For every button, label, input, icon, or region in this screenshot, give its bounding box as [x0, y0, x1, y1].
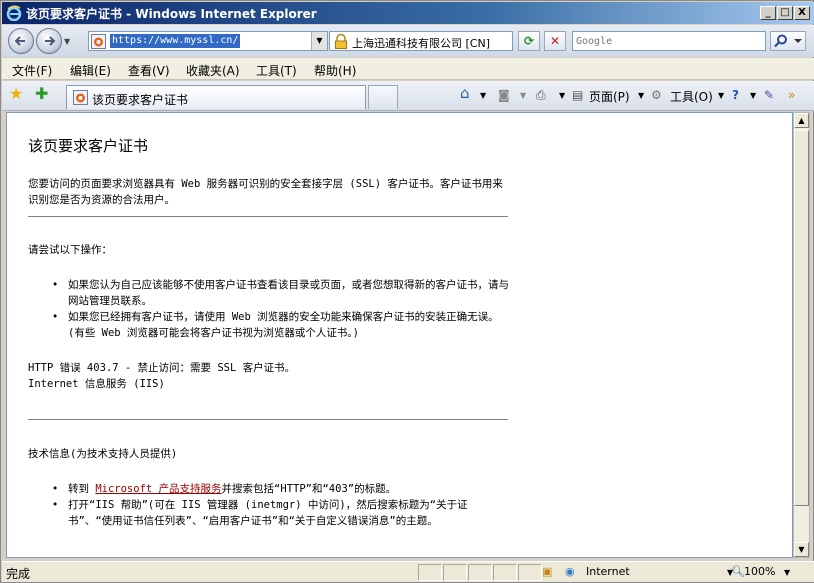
refresh-icon: ⟳ — [523, 34, 535, 48]
research-icon[interactable]: ✎ — [764, 88, 774, 102]
title-bar: 该页要求客户证书 - Windows Internet Explorer _ □… — [2, 2, 814, 24]
tab-label: 该页要求客户证书 — [92, 93, 189, 107]
maximize-button[interactable]: □ — [777, 6, 793, 20]
menu-file[interactable]: 文件(F) — [12, 62, 52, 79]
print-dropdown-icon[interactable]: ▼ — [559, 91, 565, 100]
tech-heading: 技术信息(为技术支持人员提供) — [28, 448, 178, 460]
ie-logo-icon — [6, 5, 22, 21]
menu-edit[interactable]: 编辑(E) — [70, 62, 111, 79]
refresh-button[interactable]: ⟳ — [518, 31, 540, 51]
support-link[interactable]: Microsoft 产品支持服务 — [95, 483, 221, 495]
status-pane — [493, 564, 517, 581]
gear-icon: ⚙ — [651, 88, 662, 102]
status-text: 完成 — [6, 567, 31, 581]
recent-pages-dropdown-icon[interactable]: ▼ — [64, 37, 70, 46]
security-zone[interactable]: Internet — [586, 565, 630, 578]
address-dropdown-button[interactable]: ▼ — [311, 32, 327, 50]
favorites-star-icon[interactable]: ★ — [9, 84, 23, 103]
page-dropdown-icon[interactable]: ▼ — [638, 91, 644, 100]
list-item: 如果您已经拥有客户证书，请使用 Web 浏览器的安全功能来确保客户证书的安装正确… — [52, 309, 510, 341]
status-pane — [443, 564, 467, 581]
search-box[interactable] — [572, 31, 766, 51]
extras-icon[interactable]: » — [788, 88, 795, 102]
menu-bar: 文件(F) 编辑(E) 查看(V) 收藏夹(A) 工具(T) 帮助(H) — [2, 58, 814, 80]
tab-bar: ★ ✚ 该页要求客户证书 ⌂ ▼ ◙ ▼ ⎙ ▼ ▤ 页面(P) ▼ ⚙ 工具(… — [2, 81, 814, 111]
home-dropdown-icon[interactable]: ▼ — [480, 91, 486, 100]
page-content: 该页要求客户证书 您要访问的页面要求浏览器具有 Web 服务器可识别的安全套接字… — [6, 112, 793, 558]
certificate-owner: 上海迅通科技有限公司 [CN] — [352, 37, 490, 50]
address-bar[interactable]: https://www.myssl.cn/ ▼ — [88, 31, 328, 51]
list-item: 转到 Microsoft 产品支持服务并搜索包括“HTTP”和“403”的标题。 — [52, 481, 510, 497]
status-bar: 完成 ▣ ◉ Internet ▼ 🔍︎ 100% ▼ — [2, 561, 814, 582]
back-button[interactable] — [8, 28, 34, 54]
status-pane — [518, 564, 542, 581]
help-dropdown-icon[interactable]: ▼ — [750, 91, 756, 100]
help-icon[interactable]: ? — [732, 88, 739, 102]
feeds-dropdown-icon[interactable]: ▼ — [520, 91, 526, 100]
status-pane — [418, 564, 442, 581]
vertical-scrollbar[interactable]: ▲ ▼ — [793, 112, 810, 558]
menu-help[interactable]: 帮助(H) — [314, 62, 356, 79]
home-icon[interactable]: ⌂ — [460, 84, 470, 102]
add-favorite-icon[interactable]: ✚ — [35, 84, 48, 103]
search-input[interactable] — [573, 32, 765, 50]
zoom-level[interactable]: 100% — [744, 565, 775, 578]
minimize-button[interactable]: _ — [760, 6, 776, 20]
list-item: 打开“IIS 帮助”(可在 IIS 管理器 (inetmgr) 中访问)，然后搜… — [52, 497, 510, 529]
error-code: HTTP 错误 403.7 - 禁止访问：需要 SSL 客户证书。 — [28, 362, 296, 374]
tools-dropdown-icon[interactable]: ▼ — [718, 91, 724, 100]
menu-view[interactable]: 查看(V) — [128, 62, 170, 79]
tech-list: 转到 Microsoft 产品支持服务并搜索包括“HTTP”和“403”的标题。… — [52, 481, 510, 529]
back-arrow-icon — [14, 36, 25, 46]
scroll-up-button[interactable]: ▲ — [794, 113, 809, 128]
search-button[interactable] — [770, 31, 806, 51]
list-item: 如果您认为自己应该能够不使用客户证书查看该目录或页面，或者您想取得新的客户证书，… — [52, 277, 510, 309]
popup-blocker-icon[interactable]: ▣ — [542, 565, 552, 578]
try-heading: 请尝试以下操作： — [28, 244, 112, 256]
window-title: 该页要求客户证书 - Windows Internet Explorer — [26, 7, 317, 21]
lock-icon — [335, 34, 347, 49]
search-icon — [774, 34, 802, 48]
site-favicon-icon — [91, 34, 106, 49]
stop-icon: ✕ — [549, 34, 561, 48]
menu-tools[interactable]: 工具(T) — [256, 62, 297, 79]
status-pane — [468, 564, 492, 581]
print-icon[interactable]: ⎙ — [536, 88, 546, 103]
intro-text: 您要访问的页面要求浏览器具有 Web 服务器可识别的安全套接字层 (SSL) 客… — [28, 178, 503, 206]
new-tab-button[interactable] — [368, 85, 398, 109]
page-menu-button[interactable]: 页面(P) — [589, 88, 630, 105]
try-list: 如果您认为自己应该能够不使用客户证书查看该目录或页面，或者您想取得新的客户证书，… — [52, 277, 510, 341]
zoom-dropdown-icon[interactable]: ▼ — [784, 568, 790, 577]
tab-favicon-icon — [73, 90, 88, 105]
stop-button[interactable]: ✕ — [544, 31, 566, 51]
security-report-button[interactable]: 上海迅通科技有限公司 [CN] — [329, 31, 513, 51]
address-url[interactable]: https://www.myssl.cn/ — [110, 34, 241, 48]
page-heading: 该页要求客户证书 — [28, 137, 149, 155]
feeds-icon[interactable]: ◙ — [498, 88, 510, 102]
menu-favorites[interactable]: 收藏夹(A) — [186, 62, 240, 79]
address-toolbar: ▼ https://www.myssl.cn/ ▼ 上海迅通科技有限公司 [CN… — [2, 25, 814, 57]
scroll-thumb[interactable] — [794, 130, 809, 506]
page-icon: ▤ — [572, 88, 584, 102]
divider — [28, 419, 508, 420]
forward-arrow-icon — [45, 36, 56, 46]
forward-button[interactable] — [36, 28, 62, 54]
tools-menu-button[interactable]: 工具(O) — [670, 88, 713, 105]
server-name: Internet 信息服务 (IIS) — [28, 378, 165, 390]
internet-zone-icon: ◉ — [565, 565, 575, 578]
tab-current[interactable]: 该页要求客户证书 — [66, 85, 366, 109]
close-button[interactable]: X — [794, 6, 810, 20]
divider — [28, 216, 508, 217]
tech-item-prefix: 转到 — [68, 483, 96, 495]
scroll-down-button[interactable]: ▼ — [794, 542, 809, 557]
zoom-icon: 🔍︎ — [731, 565, 745, 578]
ie-window: 该页要求客户证书 - Windows Internet Explorer _ □… — [0, 0, 814, 583]
tech-item-suffix: 并搜索包括“HTTP”和“403”的标题。 — [221, 483, 397, 495]
